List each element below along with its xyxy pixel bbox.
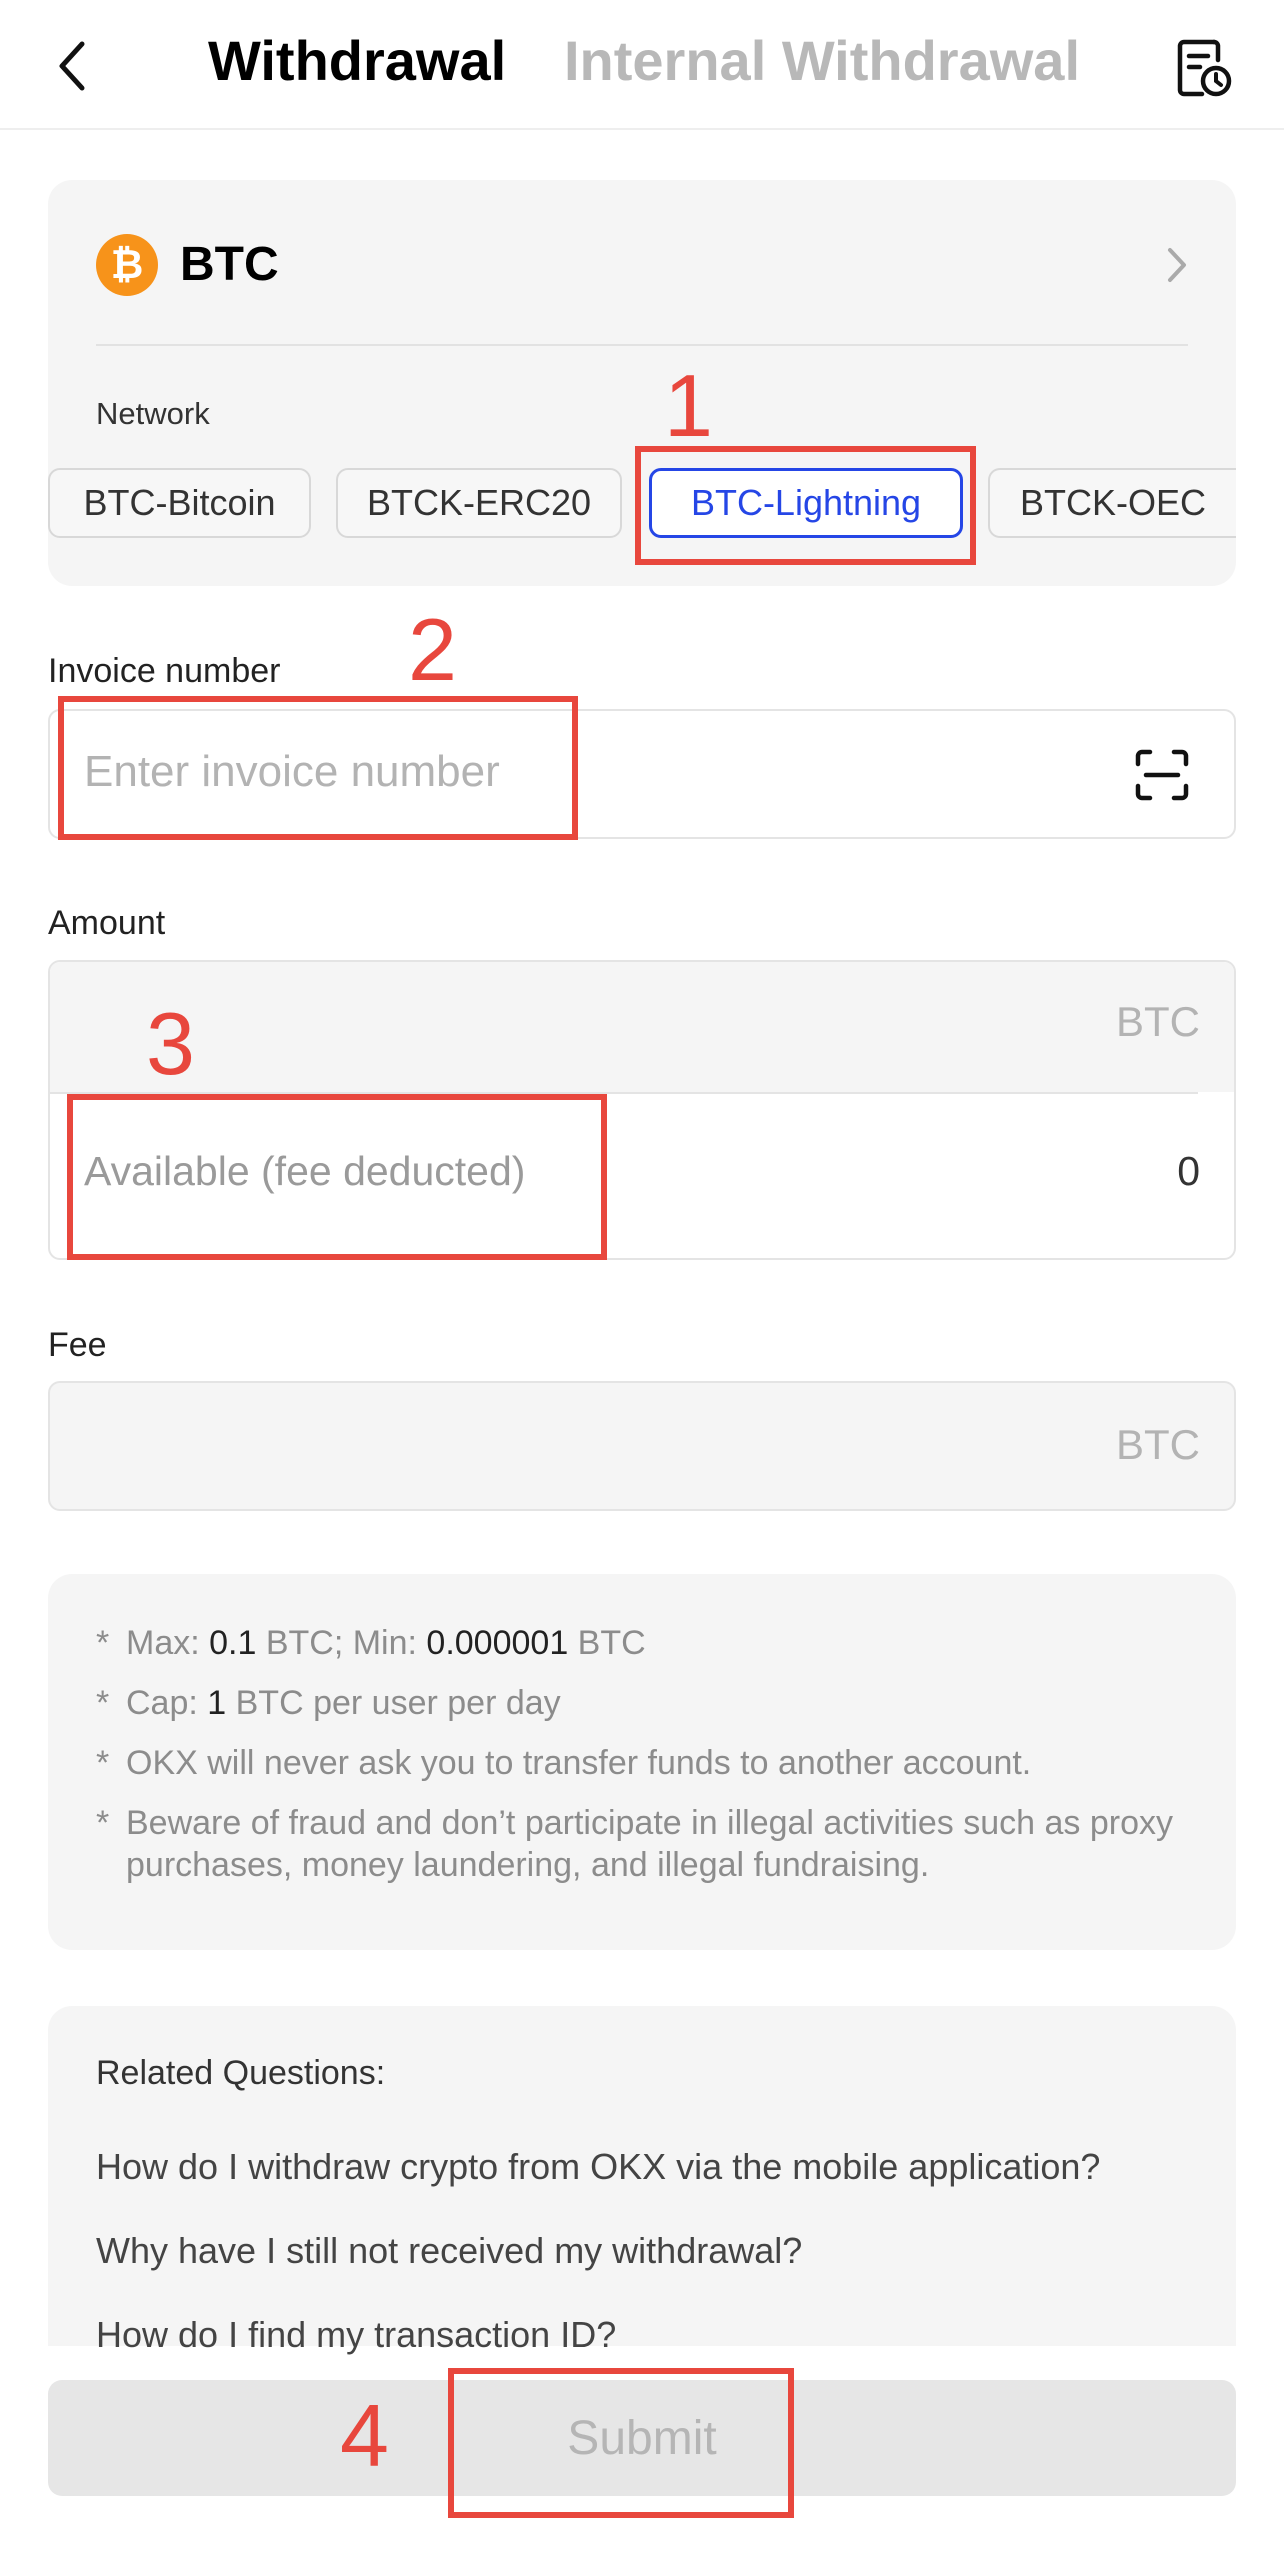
- note-fraud-warning: * Beware of fraud and don’t participate …: [96, 1804, 1174, 1884]
- annotation-number: 2: [408, 600, 457, 699]
- network-option-btck-oec[interactable]: BTCK-OEC: [988, 468, 1236, 538]
- invoice-number-label: Invoice number: [48, 652, 281, 690]
- bullet: *: [96, 1744, 110, 1782]
- amount-label: Amount: [48, 904, 166, 942]
- network-label: Network: [96, 396, 210, 431]
- note-limits: * Max: 0.1 BTC; Min: 0.000001 BTC: [96, 1624, 646, 1662]
- chevron-right-icon[interactable]: [1164, 240, 1190, 290]
- max-value: 0.1: [209, 1624, 257, 1662]
- fee-unit: BTC: [1116, 1421, 1200, 1468]
- annotation-number: 1: [664, 356, 713, 455]
- annotation-number: 3: [146, 994, 195, 1093]
- scan-icon[interactable]: [1134, 748, 1190, 802]
- back-chevron-icon[interactable]: [52, 36, 92, 96]
- min-value: 0.000001: [426, 1624, 569, 1662]
- annotation-box-submit: [448, 2368, 794, 2518]
- bullet: *: [96, 1684, 110, 1722]
- bullet: *: [96, 1804, 110, 1842]
- related-questions-title: Related Questions:: [96, 2054, 386, 2092]
- network-option-btc-bitcoin[interactable]: BTC-Bitcoin: [48, 468, 311, 538]
- related-question-link[interactable]: How do I withdraw crypto from OKX via th…: [96, 2146, 1100, 2188]
- amount-unit: BTC: [1116, 998, 1200, 1045]
- bullet: *: [96, 1624, 110, 1662]
- related-question-link[interactable]: How do I find my transaction ID?: [96, 2314, 616, 2356]
- withdrawal-history-icon[interactable]: [1176, 36, 1232, 98]
- fee-label: Fee: [48, 1326, 107, 1364]
- note-daily-cap: * Cap: 1 BTC per user per day: [96, 1684, 561, 1722]
- annotation-box-invoice: [58, 696, 578, 840]
- divider: [96, 344, 1188, 346]
- tab-withdrawal[interactable]: Withdrawal: [208, 28, 506, 93]
- annotation-box-available: [67, 1094, 607, 1260]
- annotation-box-network: [635, 446, 976, 565]
- network-option-btck-erc20[interactable]: BTCK-ERC20: [336, 468, 622, 538]
- available-balance-value: 0: [1177, 1148, 1200, 1194]
- related-question-link[interactable]: Why have I still not received my withdra…: [96, 2230, 802, 2272]
- tab-internal-withdrawal[interactable]: Internal Withdrawal: [564, 28, 1080, 93]
- annotation-number: 4: [340, 2386, 389, 2485]
- bitcoin-logo-icon: ₿: [96, 234, 158, 296]
- cap-value: 1: [207, 1684, 227, 1722]
- note-transfer-warning: * OKX will never ask you to transfer fun…: [96, 1744, 1032, 1782]
- coin-symbol[interactable]: BTC: [180, 234, 279, 296]
